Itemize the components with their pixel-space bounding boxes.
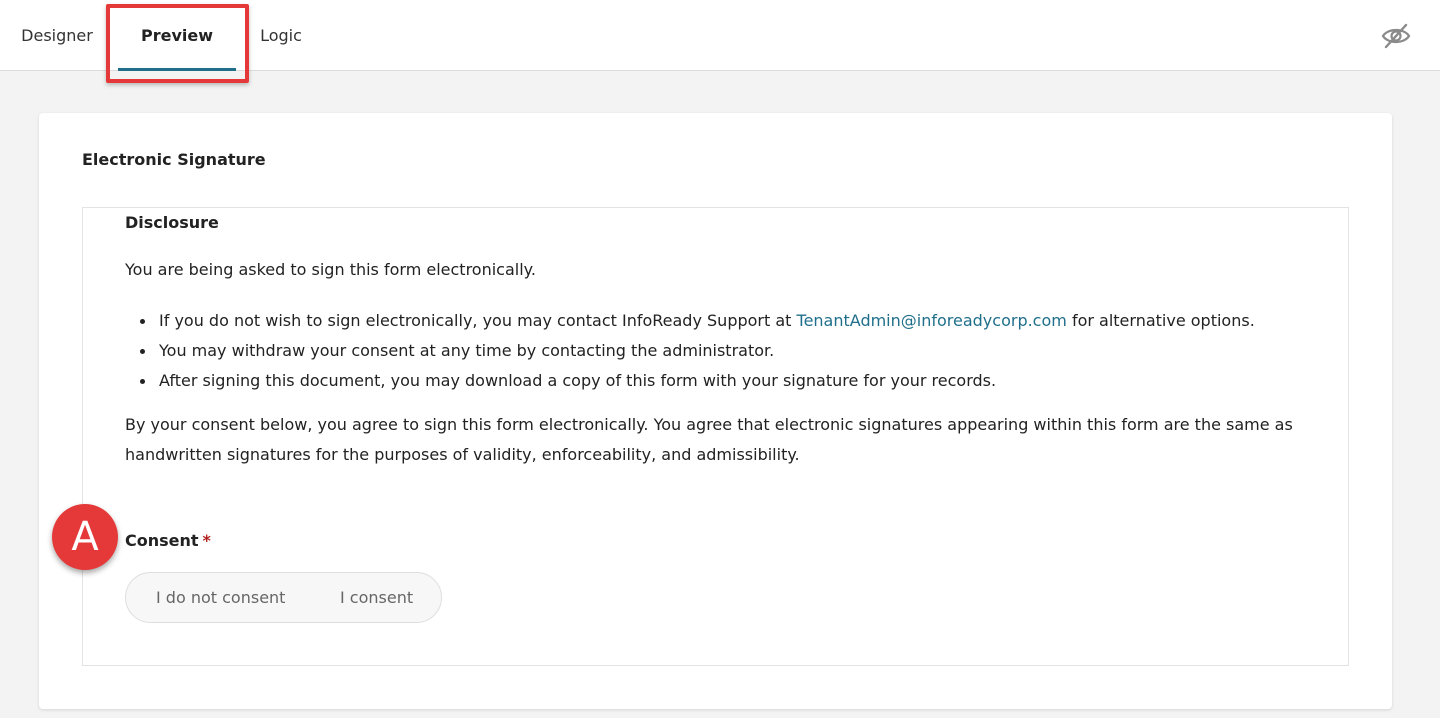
tab-preview-label: Preview — [140, 26, 213, 45]
tab-designer-label: Designer — [21, 26, 93, 45]
tab-logic-label: Logic — [260, 26, 302, 45]
do-not-consent-option[interactable]: I do not consent — [156, 588, 285, 607]
disclosure-intro: You are being asked to sign this form el… — [125, 260, 536, 279]
list-item: After signing this document, you may dow… — [125, 366, 1305, 396]
consent-label-text: Consent — [125, 531, 199, 550]
active-tab-underline — [118, 68, 236, 71]
bullet-2-text: You may withdraw your consent at any tim… — [159, 341, 775, 360]
list-item: You may withdraw your consent at any tim… — [125, 336, 1305, 366]
disclosure-bullet-list: If you do not wish to sign electronicall… — [125, 306, 1305, 396]
bullet-1-text-before: If you do not wish to sign electronicall… — [159, 311, 797, 330]
section-title: Electronic Signature — [82, 150, 266, 169]
bullet-3-text: After signing this document, you may dow… — [159, 371, 997, 390]
consent-option[interactable]: I consent — [340, 588, 413, 607]
tab-preview[interactable]: Preview — [118, 0, 236, 71]
bullet-1-text-after: for alternative options. — [1066, 311, 1255, 330]
top-navigation-bar: Designer Preview Logic — [0, 0, 1440, 83]
consent-label: Consent * — [125, 531, 211, 550]
consent-toggle: I do not consent I consent — [125, 572, 442, 623]
agreement-paragraph: By your consent below, you agree to sign… — [125, 415, 1293, 464]
tab-logic[interactable]: Logic — [240, 0, 322, 71]
list-item: If you do not wish to sign electronicall… — [125, 306, 1305, 336]
required-asterisk: * — [202, 531, 211, 550]
tab-designer[interactable]: Designer — [0, 0, 114, 71]
callout-badge: A — [52, 504, 118, 570]
eye-slash-icon[interactable] — [1380, 22, 1412, 50]
disclosure-heading: Disclosure — [125, 213, 219, 232]
support-email-link[interactable]: TenantAdmin@inforeadycorp.com — [797, 311, 1067, 330]
